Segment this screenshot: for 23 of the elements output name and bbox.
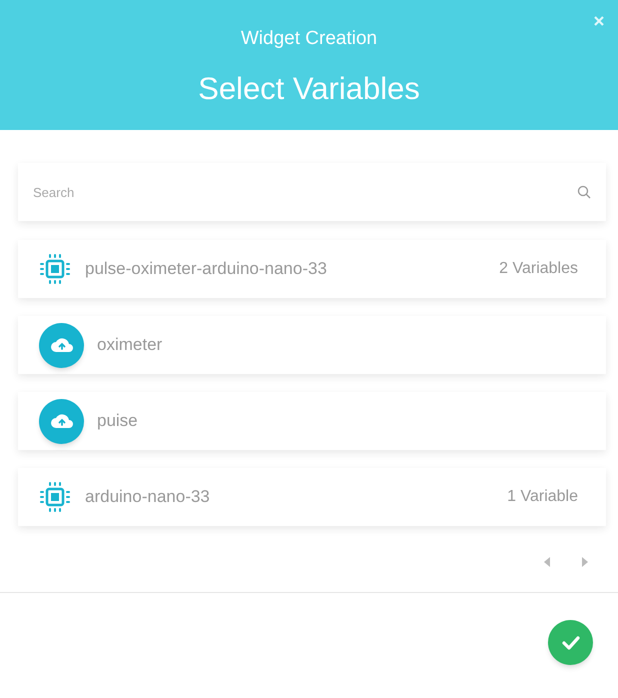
item-name: oximeter — [97, 334, 162, 356]
cloud-upload-icon — [39, 398, 84, 444]
dialog-title: Select Variables — [198, 70, 420, 108]
item-name: pulse-oximeter-arduino-nano-33 — [85, 258, 327, 280]
confirm-button[interactable] — [548, 620, 593, 665]
check-icon — [562, 636, 580, 650]
list-item[interactable]: arduino-nano-33 1 Variable — [18, 468, 606, 526]
list-item[interactable]: pulse-oximeter-arduino-nano-33 2 Variables — [18, 240, 606, 298]
chip-icon — [39, 253, 71, 285]
search-field[interactable]: Search — [18, 163, 606, 221]
chip-icon — [39, 481, 71, 513]
next-page-button[interactable] — [580, 556, 590, 568]
dialog-subtitle: Widget Creation — [240, 27, 378, 51]
variable-count: 2 Variables — [499, 259, 578, 279]
item-name: puise — [97, 410, 138, 432]
variable-count: 1 Variable — [507, 487, 578, 507]
search-icon — [577, 185, 591, 199]
list-item[interactable]: oximeter — [18, 316, 606, 374]
list-item[interactable]: puise — [18, 392, 606, 450]
close-button[interactable] — [592, 14, 606, 28]
previous-page-button[interactable] — [542, 556, 552, 568]
cloud-upload-icon — [39, 322, 84, 368]
item-name: arduino-nano-33 — [85, 486, 210, 508]
